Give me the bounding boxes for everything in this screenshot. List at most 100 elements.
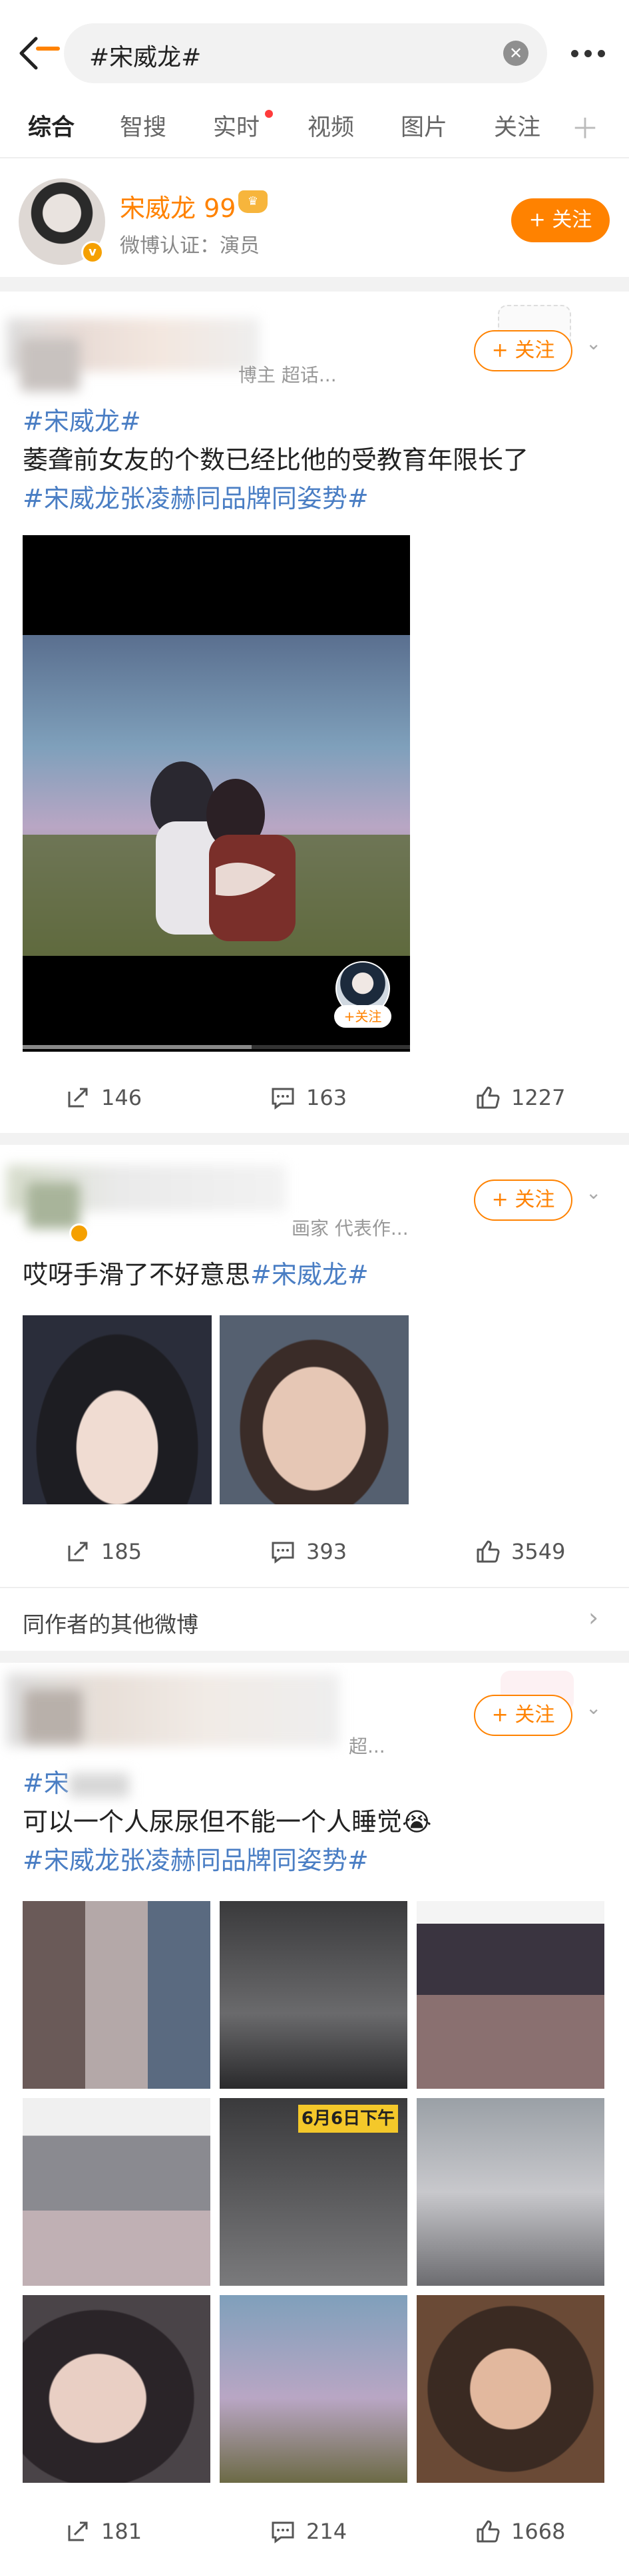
hashtag-link[interactable]: #宋威龙# [250, 1260, 369, 1289]
search-input[interactable]: #宋威龙# ✕ [64, 23, 547, 83]
avatar[interactable] [20, 338, 80, 391]
hashtag-link[interactable]: #宋威龙张凌赫同品牌同姿势# [23, 1846, 369, 1875]
more-dots-icon[interactable] [571, 40, 614, 67]
profile-name-text: 宋威龙 [120, 194, 196, 223]
post-image[interactable] [417, 1901, 604, 2089]
post-line: #宋威龙张凌赫同品牌同姿势# [23, 479, 608, 518]
repost-count: 181 [101, 2519, 142, 2544]
more-from-author-row[interactable]: 同作者的其他微博 › [0, 1588, 629, 1653]
post-body: 哎呀手滑了不好意思 [23, 1260, 251, 1289]
section-gap [0, 1133, 629, 1145]
section-gap [0, 277, 629, 292]
post-line: 萎聋前女友的个数已经比他的受教育年限长了 [23, 441, 608, 479]
repost-button[interactable]: 146 [65, 1085, 142, 1110]
author-meta: 超... [349, 1735, 385, 1757]
tab-realtime[interactable]: 实时 [213, 108, 260, 142]
repost-icon [68, 1542, 88, 1562]
close-circle-icon[interactable]: ✕ [503, 41, 528, 66]
post-image[interactable] [23, 2098, 210, 2286]
post-image[interactable] [417, 2295, 604, 2483]
like-button[interactable]: 1668 [475, 2519, 565, 2544]
like-button[interactable]: 3549 [475, 1539, 565, 1564]
top-bar: #宋威龙# ✕ [0, 0, 629, 103]
tab-following[interactable]: 关注 [494, 108, 540, 142]
tab-images[interactable]: 图片 [401, 108, 447, 142]
follow-button[interactable]: + 关注 [511, 198, 610, 242]
blurred-text [69, 1773, 129, 1797]
follow-button[interactable]: + 关注 [474, 1695, 572, 1736]
repost-button[interactable]: 185 [65, 1539, 142, 1564]
repost-icon [68, 1088, 88, 1108]
thumbs-up-icon [477, 2520, 500, 2543]
follow-button[interactable]: + 关注 [474, 1180, 572, 1221]
video-follow-button[interactable]: +关注 [334, 1005, 391, 1028]
post-card: 画家 代表作... + 关注 ⌄ 哎呀手滑了不好意思#宋威龙# 185 393 … [0, 1145, 629, 1651]
verification-text: 微博认证：演员 [120, 234, 260, 258]
post-image[interactable] [23, 1901, 210, 2089]
like-count: 1227 [511, 1085, 566, 1110]
video-progress-fill [23, 1045, 252, 1049]
post-line: #宋 [23, 1764, 608, 1803]
video-player[interactable]: +关注 [23, 535, 410, 1052]
comment-icon [272, 1088, 294, 1110]
like-count: 3549 [511, 1539, 566, 1564]
post-card: 博主 超话... + 关注 ⌄ #宋威龙# 萎聋前女友的个数已经比他的受教育年限… [0, 292, 629, 1132]
comment-icon [272, 1542, 294, 1564]
chevron-down-icon[interactable]: ⌄ [586, 334, 607, 353]
profile-level: 99 [204, 194, 236, 223]
comment-count: 393 [306, 1539, 347, 1564]
post-body: 可以一个人尿尿但不能一个人睡觉😭 [23, 1807, 432, 1836]
post-image[interactable] [220, 1315, 409, 1504]
profile-name[interactable]: 宋威龙 99 [120, 188, 236, 224]
tab-smart-search[interactable]: 智搜 [120, 108, 166, 142]
like-count: 1668 [511, 2519, 566, 2544]
post-image[interactable] [417, 2098, 604, 2286]
notification-dot [265, 110, 273, 118]
tab-comprehensive[interactable]: 综合 [28, 108, 75, 142]
post-text: 哎呀手滑了不好意思#宋威龙# [23, 1255, 608, 1294]
repost-button[interactable]: 181 [65, 2519, 142, 2544]
verified-badge-icon [69, 1223, 89, 1243]
hashtag-link[interactable]: #宋威龙# [23, 407, 141, 436]
repost-count: 185 [101, 1539, 142, 1564]
comment-button[interactable]: 393 [270, 1539, 347, 1564]
search-query: #宋威龙# [89, 44, 202, 71]
comment-button[interactable]: 163 [270, 1085, 347, 1110]
post-image[interactable]: 6月6日下午 [220, 2098, 407, 2286]
post-line: 哎呀手滑了不好意思#宋威龙# [23, 1255, 608, 1294]
tab-video[interactable]: 视频 [308, 108, 354, 142]
chevron-right-icon: › [588, 1603, 599, 1632]
follow-button[interactable]: + 关注 [474, 330, 572, 371]
thumbs-up-icon [477, 1540, 500, 1563]
back-arrow-icon[interactable] [15, 35, 41, 72]
section-gap [0, 1651, 629, 1663]
more-from-author-label: 同作者的其他微博 [23, 1611, 198, 1637]
chevron-down-icon[interactable]: ⌄ [586, 1699, 607, 1717]
verified-badge-icon: v [81, 241, 104, 264]
comment-button[interactable]: 214 [270, 2519, 347, 2544]
comment-count: 163 [306, 1085, 347, 1110]
author-meta: 画家 代表作... [292, 1217, 409, 1239]
comment-count: 214 [306, 2519, 347, 2544]
post-image[interactable] [23, 2295, 210, 2483]
hashtag-link[interactable]: #宋 [23, 1769, 69, 1798]
video-frame [23, 635, 410, 956]
post-body: 萎聋前女友的个数已经比他的受教育年限长了 [23, 445, 529, 475]
active-tab-indicator [36, 47, 60, 51]
post-image[interactable] [220, 2295, 407, 2483]
post-line: #宋威龙张凌赫同品牌同姿势# [23, 1841, 608, 1880]
add-tab-plus-icon[interactable]: ＋ [571, 107, 599, 147]
post-image[interactable] [23, 1315, 212, 1504]
avatar[interactable] [27, 1182, 80, 1229]
thumbs-up-icon [477, 1086, 500, 1109]
profile-card[interactable]: v 宋威龙 99 ♛ 微博认证：演员 + 关注 [0, 158, 629, 277]
chevron-down-icon[interactable]: ⌄ [586, 1183, 607, 1202]
author-meta: 博主 超话... [238, 364, 337, 386]
hashtag-link[interactable]: #宋威龙张凌赫同品牌同姿势# [23, 484, 369, 513]
post-image[interactable] [220, 1901, 407, 2089]
date-sticker: 6月6日下午 [298, 2105, 398, 2133]
avatar[interactable] [24, 1689, 83, 1743]
tab-bar: 综合 智搜 实时 视频 图片 关注 [0, 103, 629, 156]
repost-icon [68, 2521, 88, 2541]
like-button[interactable]: 1227 [475, 1085, 565, 1110]
